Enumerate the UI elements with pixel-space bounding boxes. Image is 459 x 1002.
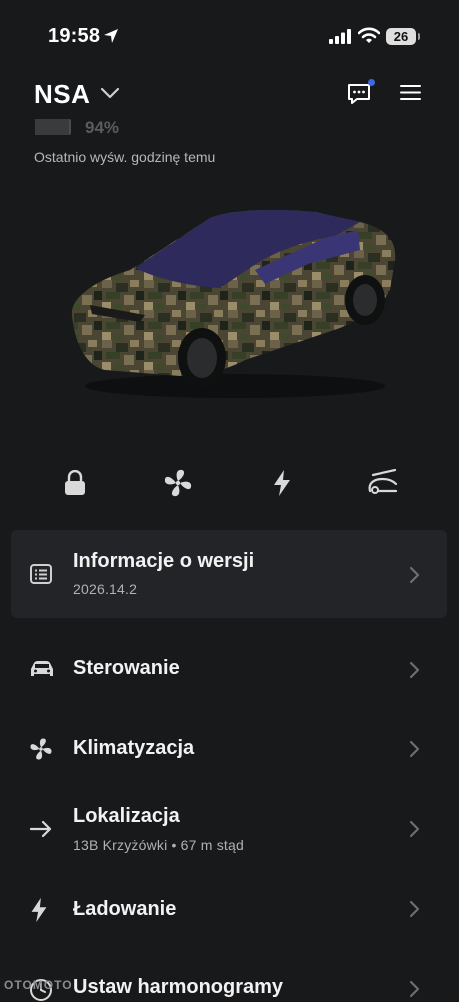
- location-address: 13B Krzyżówki • 67 m stąd: [73, 837, 244, 853]
- chevron-right-icon: [409, 661, 420, 679]
- watermark: OTOMOTO: [4, 978, 73, 992]
- battery-level-fill: [35, 119, 69, 135]
- release-notes-icon: [30, 564, 52, 584]
- menu-item-klimatyzacja[interactable]: Klimatyzacja: [73, 737, 194, 760]
- charge-control[interactable]: [264, 465, 300, 501]
- lightning-icon: [274, 470, 290, 496]
- battery-percent: 94%: [85, 118, 120, 137]
- signal-bars-icon: [329, 29, 351, 44]
- status-time: 19:58: [48, 25, 101, 47]
- version-title: Informacje o wersji: [73, 550, 255, 572]
- lightning-icon: [31, 897, 47, 923]
- message-icon[interactable]: [346, 82, 372, 106]
- notification-dot: [368, 79, 375, 86]
- chevron-right-icon: [409, 900, 420, 918]
- car-image: [71, 210, 396, 398]
- lock-control[interactable]: [57, 465, 93, 501]
- chevron-down-icon[interactable]: [100, 86, 120, 100]
- menu-item-ladowanie[interactable]: Ładowanie: [73, 898, 176, 921]
- location-arrow-icon: [104, 29, 118, 43]
- car-name[interactable]: NSA: [34, 79, 90, 110]
- arrow-right-icon: [29, 820, 52, 838]
- last-seen-text: Ostatnio wyśw. godzinę temu: [34, 149, 216, 165]
- fan-icon: [30, 738, 52, 760]
- chevron-right-icon: [409, 980, 420, 998]
- frunk-icon: [368, 469, 398, 494]
- frunk-control[interactable]: [364, 465, 400, 501]
- fan-control[interactable]: [160, 465, 196, 501]
- version-number: 2026.14.2: [73, 581, 138, 597]
- quick-controls: [0, 465, 459, 501]
- battery-icon: 26: [386, 28, 416, 45]
- version-info-card[interactable]: [11, 530, 447, 618]
- menu-item-sterowanie[interactable]: Sterowanie: [73, 657, 180, 680]
- status-bar: 19:58 26: [0, 0, 459, 76]
- menu-item-harmonogramy[interactable]: Ustaw harmonogramy: [73, 976, 283, 999]
- chevron-right-icon: [409, 566, 420, 584]
- lock-icon: [65, 470, 85, 495]
- chevron-right-icon: [409, 820, 420, 838]
- wifi-icon: [358, 27, 380, 43]
- battery-nub: [418, 33, 420, 40]
- menu-item-lokalizacja[interactable]: Lokalizacja: [73, 805, 180, 828]
- fan-icon: [164, 469, 192, 497]
- car-icon: [31, 661, 53, 676]
- menu-icon[interactable]: [400, 84, 421, 101]
- chevron-right-icon: [409, 740, 420, 758]
- battery-level-bar: [35, 119, 71, 135]
